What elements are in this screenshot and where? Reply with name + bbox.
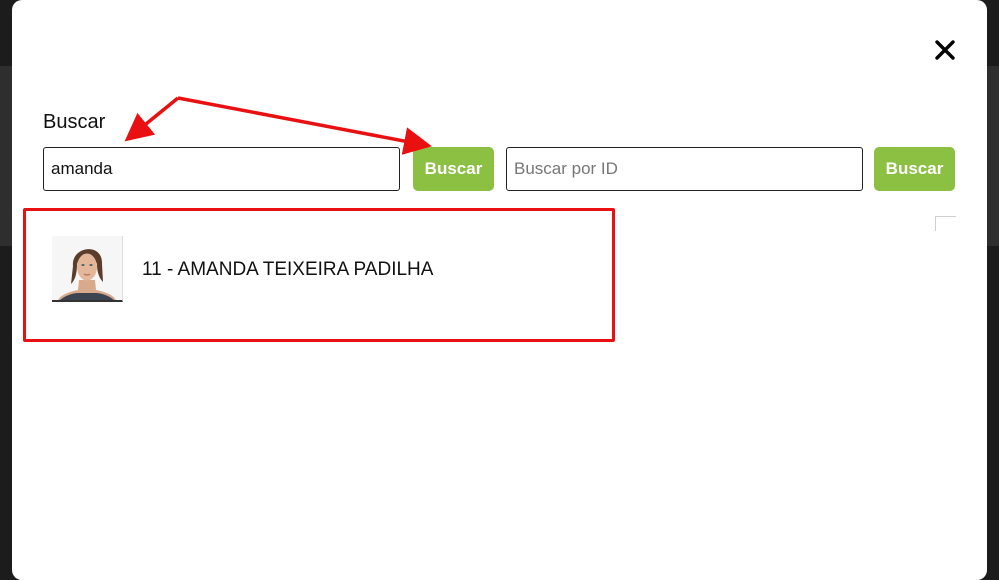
id-search-input[interactable] <box>506 147 863 191</box>
search-label: Buscar <box>43 111 106 133</box>
scroll-corner <box>935 216 956 231</box>
search-modal: Buscar Buscar Buscar 11 - AMANDA TEIXEIR… <box>12 0 987 580</box>
name-search-button[interactable]: Buscar <box>413 147 494 191</box>
avatar <box>52 236 123 302</box>
person-photo-icon <box>52 236 122 300</box>
close-icon <box>935 40 955 60</box>
close-button[interactable] <box>933 38 957 62</box>
result-item[interactable]: 11 - AMANDA TEIXEIRA PADILHA <box>52 236 592 302</box>
id-search-button[interactable]: Buscar <box>874 147 955 191</box>
name-search-input[interactable] <box>43 147 400 191</box>
result-label: 11 - AMANDA TEIXEIRA PADILHA <box>142 259 434 280</box>
